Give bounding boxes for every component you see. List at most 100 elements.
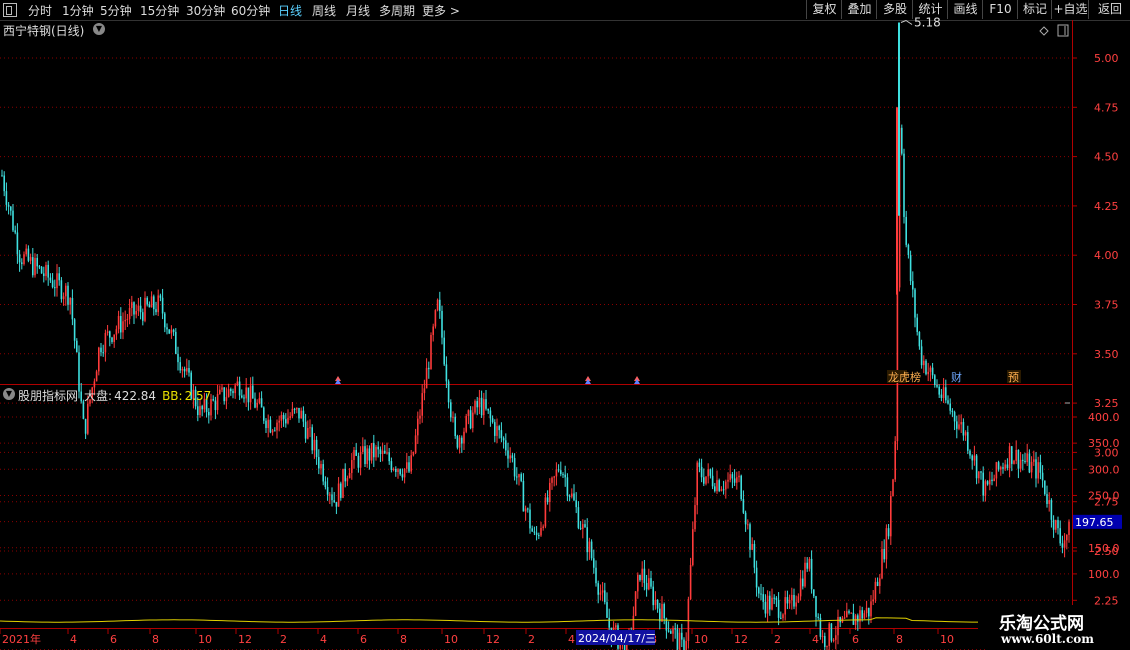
- dapan-value: 422.84: [114, 389, 157, 403]
- candle-body: [181, 368, 184, 371]
- candle-body: [483, 399, 485, 416]
- date-label: 6: [360, 633, 367, 646]
- candle-body: [709, 469, 712, 476]
- candle-body: [247, 387, 250, 403]
- candle-body: [487, 408, 489, 411]
- candle-body: [529, 509, 531, 529]
- candle-body: [1061, 543, 1064, 548]
- candle-body: [467, 410, 470, 417]
- tab-3[interactable]: 15分钟: [140, 2, 179, 19]
- candle-body: [1035, 459, 1037, 479]
- candle-body: [969, 450, 971, 456]
- candle-body: [507, 450, 509, 459]
- watermark-logo: 乐淘公式网 www.60lt.com: [985, 605, 1130, 650]
- signal-arrow-icon: [634, 379, 640, 384]
- candle-body: [604, 590, 606, 603]
- candle-body: [271, 430, 274, 433]
- candle-body: [300, 410, 302, 419]
- tab-1[interactable]: 1分钟: [62, 2, 94, 19]
- candle-body: [780, 617, 782, 619]
- candle-body: [718, 480, 720, 491]
- chevron-down-icon[interactable]: ▼: [3, 388, 15, 400]
- candle-body: [335, 502, 338, 507]
- candle-body: [348, 472, 351, 479]
- candle-body: [511, 455, 514, 459]
- tab-2[interactable]: 5分钟: [100, 2, 132, 19]
- candle-body: [337, 483, 340, 507]
- candle-body: [854, 615, 857, 625]
- tab-9[interactable]: 多周期: [379, 2, 415, 19]
- candle-body: [18, 254, 21, 263]
- stock-title: 西宁特钢(日线) ▼: [3, 22, 105, 39]
- candle-body: [738, 475, 740, 478]
- candle-body: [991, 479, 993, 482]
- candle-body: [137, 305, 140, 312]
- tab-5[interactable]: 60分钟: [231, 2, 270, 19]
- candle-body: [606, 602, 608, 618]
- candle-body: [934, 375, 936, 385]
- candle-body: [186, 368, 188, 372]
- candle-body: [958, 424, 960, 429]
- candle-body: [285, 419, 287, 424]
- candle-body: [714, 486, 716, 492]
- candle-body: [458, 437, 461, 448]
- candle-body: [381, 450, 384, 454]
- tab-10[interactable]: 更多 >: [422, 2, 460, 19]
- indicator-tick-label: 100.0: [1088, 568, 1120, 581]
- watermark-line1: 乐淘公式网: [999, 614, 1084, 634]
- tab-4[interactable]: 30分钟: [186, 2, 225, 19]
- indicator-tick-label: 400.0: [1088, 411, 1120, 424]
- candle-body: [111, 337, 113, 342]
- candle-body: [947, 400, 949, 404]
- event-tag: 预: [1008, 371, 1019, 384]
- toolbar-button-0[interactable]: 复权: [806, 0, 842, 19]
- candle-body: [839, 616, 841, 623]
- candle-body: [601, 590, 604, 593]
- candle-body: [549, 482, 551, 502]
- candle-body: [824, 636, 826, 647]
- candle-body: [989, 479, 991, 485]
- price-tick-label: 2.50: [1094, 545, 1119, 558]
- toolbar-button-8[interactable]: 返回: [1088, 0, 1130, 19]
- toolbar-button-4[interactable]: 画线: [947, 0, 983, 19]
- top-toolbar: 分时 1分钟 5分钟 15分钟 30分钟 60分钟 日线 周线 月线 多周期 更多 > 复权 叠加 多股…: [0, 0, 1130, 21]
- candle-body: [705, 476, 707, 484]
- toolbar-button-3[interactable]: 统计: [912, 0, 948, 19]
- candle-body: [749, 524, 751, 550]
- tab-7[interactable]: 周线: [312, 2, 336, 19]
- candle-body: [1068, 521, 1070, 535]
- kline-chart: 5.00 4.75 4.50 4.25 4.00 3.75 3.50 3.25 3.00 2.75…: [0, 16, 1122, 650]
- candle-body: [362, 446, 364, 452]
- candle-body: [650, 578, 652, 587]
- toolbar-button-7[interactable]: +自选: [1051, 0, 1089, 19]
- candle-body: [698, 462, 701, 467]
- candle-body: [87, 403, 89, 434]
- candle-body: [417, 418, 419, 436]
- candle-body: [78, 352, 80, 392]
- candle-body: [590, 541, 593, 559]
- candle-body: [98, 347, 100, 372]
- candle-body: [953, 412, 956, 422]
- candle-body: [388, 452, 390, 462]
- candle-body: [128, 307, 131, 319]
- menu-icon[interactable]: [3, 3, 17, 17]
- candle-body: [984, 481, 987, 496]
- candle-body: [711, 475, 714, 487]
- candle-body: [522, 480, 525, 512]
- indicator-name: 股朋指标网: [18, 389, 79, 403]
- toolbar-button-1[interactable]: 叠加: [841, 0, 877, 19]
- candle-body: [199, 406, 201, 416]
- toolbar-button-6[interactable]: 标记: [1017, 0, 1052, 19]
- candle-body: [676, 629, 679, 650]
- tab-8[interactable]: 月线: [346, 2, 370, 19]
- tab-0[interactable]: 分时: [28, 2, 52, 19]
- tab-6[interactable]: 日线: [278, 2, 302, 19]
- candle-body: [60, 280, 63, 300]
- chevron-down-icon[interactable]: ▼: [93, 23, 105, 35]
- candle-body: [175, 331, 177, 354]
- candle-body: [962, 422, 965, 436]
- toolbar-button-5[interactable]: F10: [982, 0, 1018, 19]
- toolbar-button-2[interactable]: 多股: [876, 0, 913, 19]
- candle-body: [109, 331, 111, 338]
- candle-body: [905, 216, 907, 245]
